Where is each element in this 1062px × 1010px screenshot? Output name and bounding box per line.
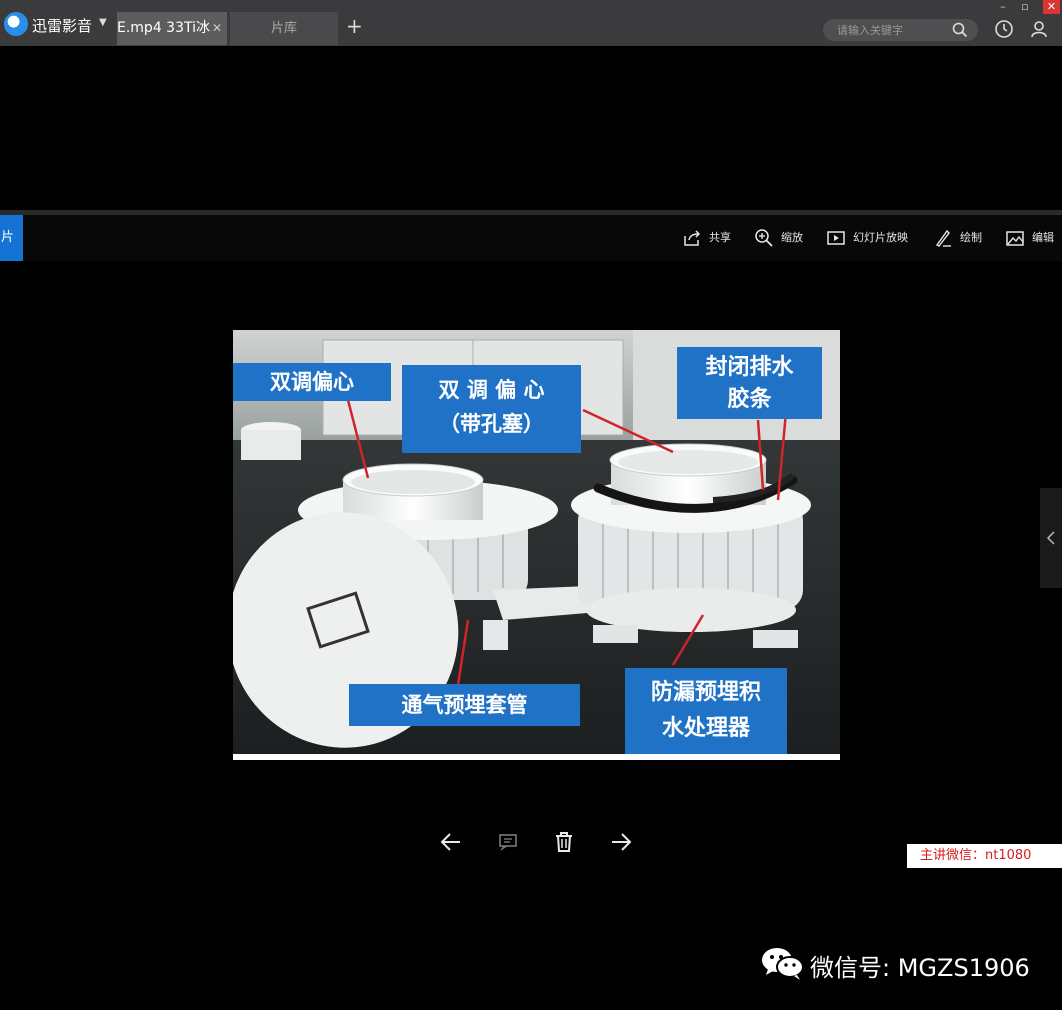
slideshow-button[interactable]: 幻灯片放映 xyxy=(826,228,914,248)
slideshow-icon xyxy=(827,231,845,245)
photo-image: 双调偏心 双 调 偏 心 （带孔塞） 封闭排水 胶条 通气预埋套管 防漏预埋积 … xyxy=(233,330,840,760)
search-icon[interactable] xyxy=(952,22,968,38)
minimize-button[interactable]: – xyxy=(995,0,1011,14)
maximize-button[interactable]: ▫ xyxy=(1017,0,1033,14)
search-placeholder: 请输入关键字 xyxy=(837,24,903,37)
zoom-button[interactable]: 缩放 xyxy=(754,228,806,248)
rotate-icon[interactable] xyxy=(497,830,519,854)
trash-icon[interactable] xyxy=(553,830,575,854)
xunlei-logo-icon[interactable] xyxy=(4,12,28,36)
close-icon[interactable]: ✕ xyxy=(212,12,222,45)
close-window-button[interactable]: ✕ xyxy=(1043,0,1060,14)
image-edit-icon xyxy=(1006,231,1024,246)
red-watermark: 主讲微信：nt1080 xyxy=(907,844,1062,868)
photo-label-4: 通气预埋套管 xyxy=(349,684,580,726)
tab-library[interactable]: 片库 xyxy=(230,12,338,45)
chevron-down-icon[interactable]: ▼ xyxy=(99,17,107,28)
share-icon xyxy=(684,230,701,246)
wechat-watermark: 微信号: MGZS1906 xyxy=(760,945,1030,982)
photo-label-3: 封闭排水 胶条 xyxy=(677,347,822,419)
history-icon[interactable] xyxy=(994,19,1014,39)
next-arrow-icon[interactable] xyxy=(610,830,632,854)
wechat-id-text: 微信号: MGZS1906 xyxy=(810,954,1030,982)
chevron-left-icon xyxy=(1046,531,1055,545)
tab-video[interactable]: E.mp4 33Ti冰 ✕ xyxy=(117,12,227,45)
photo-label-2: 双 调 偏 心 （带孔塞） xyxy=(402,365,581,453)
share-button[interactable]: 共享 xyxy=(682,228,734,248)
previous-arrow-icon[interactable] xyxy=(440,830,462,854)
side-tab[interactable]: 片 xyxy=(0,215,23,261)
app-name[interactable]: 迅雷影音 xyxy=(32,15,92,36)
title-bar: 迅雷影音 ▼ E.mp4 33Ti冰 ✕ 片库 + 请输入关键字 – ▫ ✕ xyxy=(0,0,1062,46)
add-tab-icon[interactable]: + xyxy=(346,14,363,38)
photo-label-1: 双调偏心 xyxy=(233,363,391,401)
edit-button[interactable]: 编辑 xyxy=(1005,228,1062,248)
search-input[interactable]: 请输入关键字 xyxy=(823,19,978,41)
pen-icon xyxy=(935,229,951,247)
user-icon[interactable] xyxy=(1029,19,1049,39)
zoom-icon xyxy=(755,229,773,247)
draw-button[interactable]: 绘制 xyxy=(933,228,985,248)
side-panel-toggle[interactable] xyxy=(1040,488,1062,588)
photo-label-5: 防漏预埋积 水处理器 xyxy=(625,668,787,754)
wechat-icon xyxy=(762,948,804,980)
viewer-toolbar: 片 共享 缩放 幻灯片放映 绘制 编辑 xyxy=(0,215,1062,261)
tab-video-label: E.mp4 33Ti冰 xyxy=(117,20,211,36)
